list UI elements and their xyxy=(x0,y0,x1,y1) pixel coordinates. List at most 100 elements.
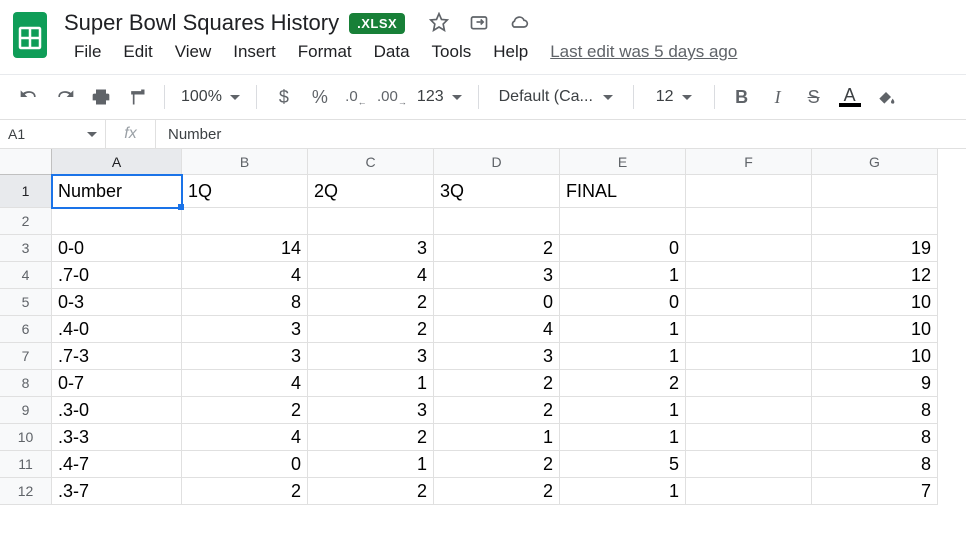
cell-C12[interactable]: 2 xyxy=(308,478,434,505)
row-header-4[interactable]: 4 xyxy=(0,262,52,289)
cell-G4[interactable]: 12 xyxy=(812,262,938,289)
cell-F6[interactable] xyxy=(686,316,812,343)
menu-help[interactable]: Help xyxy=(483,40,538,64)
cell-E3[interactable]: 0 xyxy=(560,235,686,262)
cell-C2[interactable] xyxy=(308,208,434,235)
cell-B5[interactable]: 8 xyxy=(182,289,308,316)
select-all-corner[interactable] xyxy=(0,149,52,175)
formula-bar[interactable]: Number xyxy=(156,120,966,148)
menu-insert[interactable]: Insert xyxy=(223,40,286,64)
cell-C5[interactable]: 2 xyxy=(308,289,434,316)
cell-A1[interactable]: Number xyxy=(52,175,182,208)
cell-C3[interactable]: 3 xyxy=(308,235,434,262)
menu-view[interactable]: View xyxy=(165,40,222,64)
row-header-9[interactable]: 9 xyxy=(0,397,52,424)
cell-F10[interactable] xyxy=(686,424,812,451)
cell-E2[interactable] xyxy=(560,208,686,235)
cell-E1[interactable]: FINAL xyxy=(560,175,686,208)
cell-B3[interactable]: 14 xyxy=(182,235,308,262)
menu-tools[interactable]: Tools xyxy=(422,40,482,64)
strike-button[interactable]: S xyxy=(799,82,829,112)
cell-G6[interactable]: 10 xyxy=(812,316,938,343)
cell-B8[interactable]: 4 xyxy=(182,370,308,397)
increase-decimal-button[interactable]: .00→ xyxy=(377,82,407,112)
row-header-11[interactable]: 11 xyxy=(0,451,52,478)
col-header-C[interactable]: C xyxy=(308,149,434,175)
row-header-3[interactable]: 3 xyxy=(0,235,52,262)
paint-format-button[interactable] xyxy=(122,82,152,112)
cell-E4[interactable]: 1 xyxy=(560,262,686,289)
cell-D3[interactable]: 2 xyxy=(434,235,560,262)
cell-B11[interactable]: 0 xyxy=(182,451,308,478)
cell-A11[interactable]: .4-7 xyxy=(52,451,182,478)
col-header-A[interactable]: A xyxy=(52,149,182,175)
more-formats-button[interactable]: 123 xyxy=(413,82,466,112)
cell-B2[interactable] xyxy=(182,208,308,235)
percent-format-button[interactable]: % xyxy=(305,82,335,112)
cell-A7[interactable]: .7-3 xyxy=(52,343,182,370)
redo-button[interactable] xyxy=(50,82,80,112)
zoom-select[interactable]: 100% xyxy=(177,82,244,112)
undo-button[interactable] xyxy=(14,82,44,112)
font-family-select[interactable]: Default (Ca... xyxy=(491,88,621,106)
cell-D8[interactable]: 2 xyxy=(434,370,560,397)
cell-E5[interactable]: 0 xyxy=(560,289,686,316)
cell-F12[interactable] xyxy=(686,478,812,505)
cell-F3[interactable] xyxy=(686,235,812,262)
cell-C7[interactable]: 3 xyxy=(308,343,434,370)
cell-D6[interactable]: 4 xyxy=(434,316,560,343)
menu-data[interactable]: Data xyxy=(364,40,420,64)
menu-file[interactable]: File xyxy=(64,40,111,64)
cell-C8[interactable]: 1 xyxy=(308,370,434,397)
cell-G1[interactable] xyxy=(812,175,938,208)
cell-B12[interactable]: 2 xyxy=(182,478,308,505)
cell-F4[interactable] xyxy=(686,262,812,289)
cell-E6[interactable]: 1 xyxy=(560,316,686,343)
cell-C9[interactable]: 3 xyxy=(308,397,434,424)
cell-G2[interactable] xyxy=(812,208,938,235)
cell-A12[interactable]: .3-7 xyxy=(52,478,182,505)
cell-A9[interactable]: .3-0 xyxy=(52,397,182,424)
cell-F11[interactable] xyxy=(686,451,812,478)
row-header-5[interactable]: 5 xyxy=(0,289,52,316)
row-header-12[interactable]: 12 xyxy=(0,478,52,505)
row-header-10[interactable]: 10 xyxy=(0,424,52,451)
cell-B1[interactable]: 1Q xyxy=(182,175,308,208)
cell-B6[interactable]: 3 xyxy=(182,316,308,343)
col-header-F[interactable]: F xyxy=(686,149,812,175)
menu-edit[interactable]: Edit xyxy=(113,40,162,64)
col-header-B[interactable]: B xyxy=(182,149,308,175)
fill-color-button[interactable] xyxy=(871,82,901,112)
menu-format[interactable]: Format xyxy=(288,40,362,64)
sheets-logo[interactable] xyxy=(8,8,52,64)
cell-A5[interactable]: 0-3 xyxy=(52,289,182,316)
last-edit-link[interactable]: Last edit was 5 days ago xyxy=(550,42,737,62)
cell-G12[interactable]: 7 xyxy=(812,478,938,505)
cell-C4[interactable]: 4 xyxy=(308,262,434,289)
cell-E9[interactable]: 1 xyxy=(560,397,686,424)
cell-D5[interactable]: 0 xyxy=(434,289,560,316)
cell-G3[interactable]: 19 xyxy=(812,235,938,262)
row-header-1[interactable]: 1 xyxy=(0,175,52,208)
move-icon[interactable] xyxy=(469,12,489,35)
cell-F7[interactable] xyxy=(686,343,812,370)
print-button[interactable] xyxy=(86,82,116,112)
selection-handle[interactable] xyxy=(178,204,184,210)
cell-E12[interactable]: 1 xyxy=(560,478,686,505)
name-box[interactable]: A1 xyxy=(0,120,106,148)
italic-button[interactable]: I xyxy=(763,82,793,112)
star-icon[interactable] xyxy=(429,12,449,35)
font-size-select[interactable]: 12 xyxy=(646,82,702,112)
cell-F8[interactable] xyxy=(686,370,812,397)
cell-D2[interactable] xyxy=(434,208,560,235)
cell-C6[interactable]: 2 xyxy=(308,316,434,343)
cell-E7[interactable]: 1 xyxy=(560,343,686,370)
cell-G8[interactable]: 9 xyxy=(812,370,938,397)
cell-D12[interactable]: 2 xyxy=(434,478,560,505)
cell-D1[interactable]: 3Q xyxy=(434,175,560,208)
cell-B9[interactable]: 2 xyxy=(182,397,308,424)
cell-G10[interactable]: 8 xyxy=(812,424,938,451)
cell-A6[interactable]: .4-0 xyxy=(52,316,182,343)
cell-A2[interactable] xyxy=(52,208,182,235)
bold-button[interactable]: B xyxy=(727,82,757,112)
